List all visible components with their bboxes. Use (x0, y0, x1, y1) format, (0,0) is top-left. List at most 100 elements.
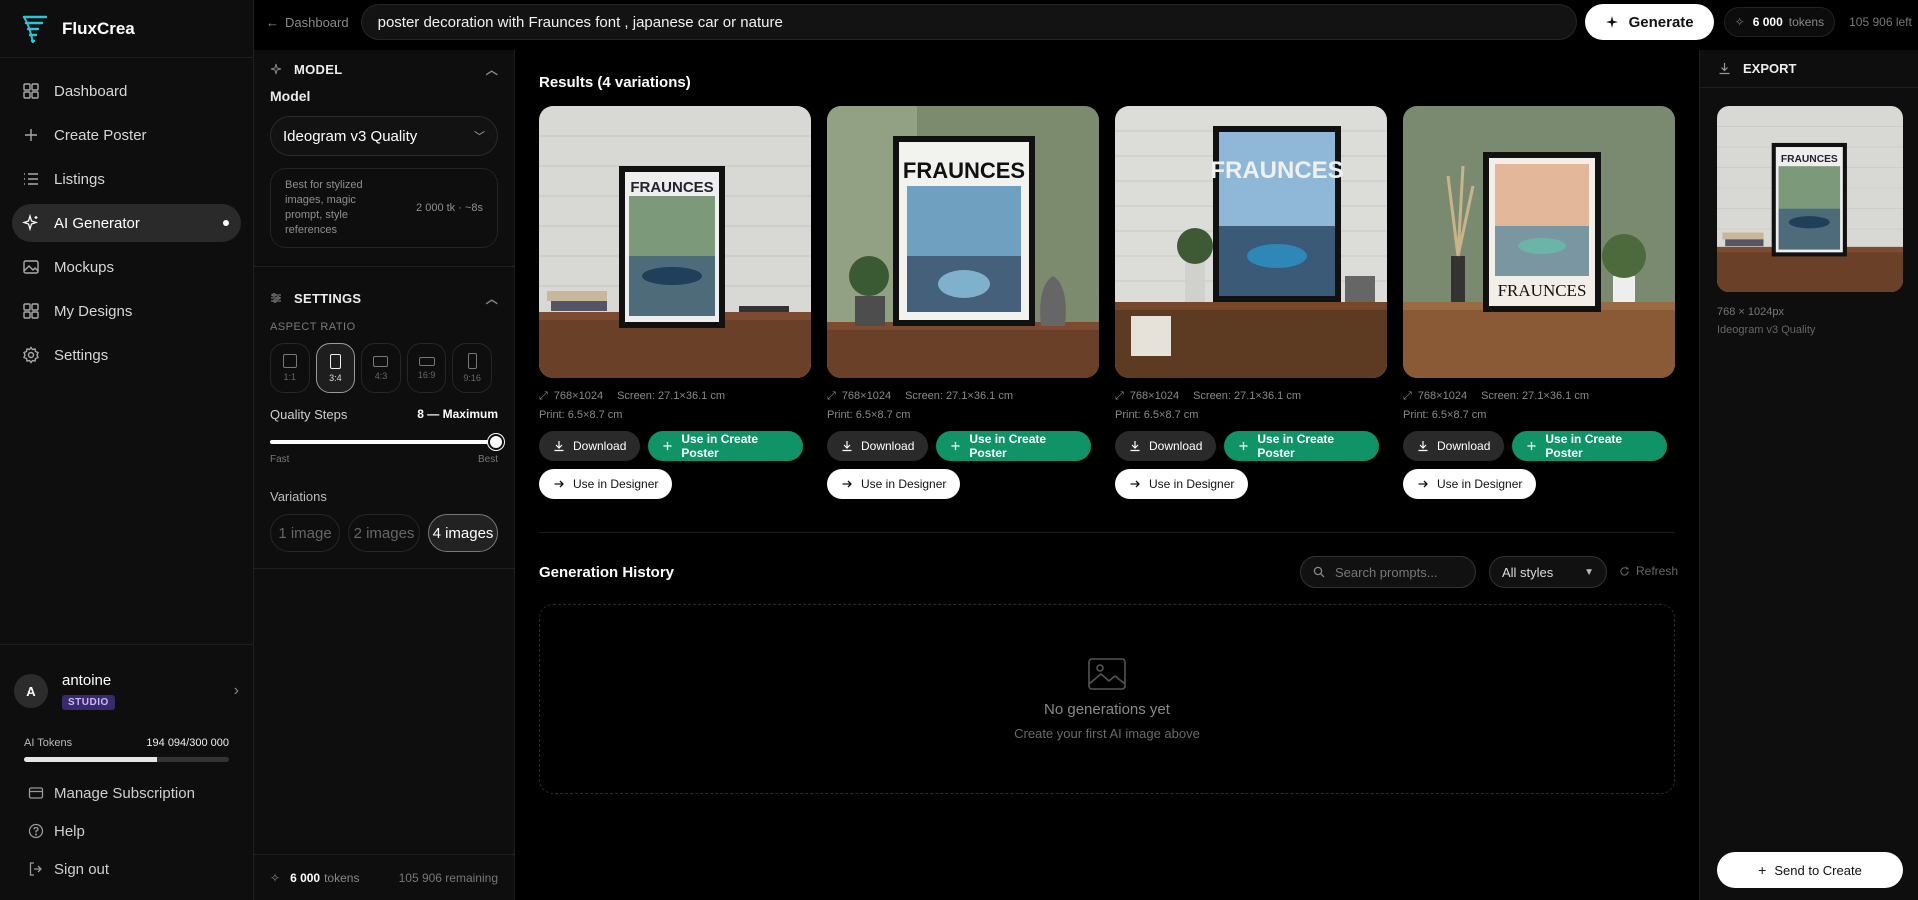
resize-icon: ⤢ (1403, 390, 1412, 402)
use-in-designer-button[interactable]: Use in Designer (1115, 469, 1249, 499)
ratio-option-16-9[interactable]: 16:9 (406, 343, 447, 393)
refresh-label: Refresh (1636, 564, 1679, 578)
sidebar-item-create-poster[interactable]: Create Poster (12, 116, 241, 154)
ratio-option-3-4[interactable]: 3:4 (315, 343, 356, 393)
result-actions: Download Use in Create Poster (1115, 431, 1387, 461)
plus-icon (951, 441, 960, 451)
ratio-option-9-16[interactable]: 9:16 (452, 343, 492, 393)
back-to-dashboard-link[interactable]: ← Dashboard (266, 15, 349, 30)
result-image[interactable]: FRAUNCES (1115, 106, 1387, 378)
download-button[interactable]: Download (827, 431, 929, 461)
model-section-title: MODEL (294, 61, 343, 77)
export-preview-image[interactable]: FRAUNCES (1717, 106, 1903, 292)
variations-label: Variations (270, 489, 327, 504)
model-description: Best for stylized images, magic prompt, … (285, 179, 363, 236)
quality-slider-handle[interactable] (488, 434, 504, 450)
ratio-label: 1:1 (283, 372, 297, 382)
help-link[interactable]: Help (0, 814, 253, 848)
create-poster-label: Use in Create Poster (1257, 432, 1335, 460)
use-in-create-poster-button[interactable]: Use in Create Poster (648, 431, 803, 461)
poster-title: FRAUNCES (903, 158, 1025, 183)
chevron-up-icon: ︿ (485, 62, 498, 77)
sidebar-nav: Dashboard Create Poster Listings AI Gene… (0, 58, 253, 374)
download-button[interactable]: Download (539, 431, 641, 461)
quality-steps-value: 8 — Maximum (417, 407, 498, 421)
result-card: FRAUNCES ⤢ 768×1024 Screen: 27.1×36.1 cm… (1403, 106, 1675, 499)
sidebar-item-mockups[interactable]: Mockups (12, 248, 241, 286)
designer-label: Use in Designer (1437, 477, 1523, 491)
refresh-button[interactable]: Refresh (1619, 564, 1678, 578)
model-description-card: Best for stylized images, magic prompt, … (270, 168, 498, 248)
resize-icon: ⤢ (539, 390, 548, 402)
ratio-shape-icon (418, 356, 435, 366)
create-poster-label: Use in Create Poster (1545, 432, 1623, 460)
style-filter-select[interactable]: All styles ▼ (1489, 556, 1607, 588)
export-title: EXPORT (1743, 61, 1797, 76)
result-print-size: Print: 6.5×8.7 cm (1403, 409, 1487, 421)
use-in-designer-button[interactable]: Use in Designer (827, 469, 961, 499)
settings-section-header[interactable]: SETTINGS ︿ (254, 279, 514, 317)
download-button[interactable]: Download (1115, 431, 1217, 461)
result-image[interactable]: FRAUNCES (539, 106, 811, 378)
sidebar: FluxCrea Dashboard Create Poster Listing… (0, 0, 254, 900)
ai-tokens-bar (24, 757, 229, 762)
sidebar-item-my-designs[interactable]: My Designs (12, 292, 241, 330)
download-icon (842, 441, 852, 452)
ai-tokens-label: AI Tokens (24, 737, 73, 749)
send-to-create-button[interactable]: + Send to Create (1717, 852, 1903, 888)
use-in-create-poster-button[interactable]: Use in Create Poster (1512, 431, 1667, 461)
history-search-input[interactable]: Search prompts... (1300, 556, 1476, 588)
variation-option-1[interactable]: 1 image (270, 514, 340, 552)
main-content: Results (4 variations) FRAUNCES ⤢ 768×10… (515, 50, 1699, 900)
brand[interactable]: FluxCrea (0, 0, 253, 58)
download-icon (1130, 441, 1140, 452)
variation-option-4[interactable]: 4 images (428, 514, 498, 552)
generate-button[interactable]: Generate (1584, 4, 1714, 40)
use-in-designer-button[interactable]: Use in Designer (1403, 469, 1537, 499)
chevron-down-icon: ﹀ (474, 131, 485, 143)
active-dot-icon (223, 220, 229, 226)
ratio-option-4-3[interactable]: 4:3 (361, 343, 401, 393)
model-section-header[interactable]: MODEL ︿ (254, 50, 514, 88)
export-panel: EXPORT FRAUNCES 768 × 1024px Ideogram v3… (1699, 50, 1918, 900)
results-title: Results (4 variations) (539, 74, 691, 91)
result-actions: Download Use in Create Poster (539, 431, 811, 461)
generate-label: Generate (1628, 13, 1694, 31)
result-image[interactable]: FRAUNCES (827, 106, 1099, 378)
sliders-icon (271, 293, 281, 303)
result-print-size: Print: 6.5×8.7 cm (539, 409, 623, 421)
plan-badge: STUDIO (62, 695, 115, 710)
result-actions: Download Use in Create Poster (1403, 431, 1675, 461)
use-in-create-poster-button[interactable]: Use in Create Poster (936, 431, 1091, 461)
download-button[interactable]: Download (1403, 431, 1505, 461)
poster-mockup-image: FRAUNCES (1717, 106, 1903, 292)
manage-subscription-link[interactable]: Manage Subscription (0, 776, 253, 810)
variation-option-2[interactable]: 2 images (348, 514, 420, 552)
ratio-option-1-1[interactable]: 1:1 (270, 343, 310, 393)
arrow-right-icon (1130, 480, 1140, 488)
sidebar-item-dashboard[interactable]: Dashboard (12, 72, 241, 110)
model-cost: 2 000 tk · ~8s (416, 201, 483, 214)
ratio-shape-icon (467, 353, 477, 369)
app-root: FluxCrea Dashboard Create Poster Listing… (0, 0, 1918, 900)
model-select[interactable]: Ideogram v3 Quality ﹀ (270, 116, 498, 156)
designer-label: Use in Designer (1149, 477, 1235, 491)
poster-title: FRAUNCES (1498, 281, 1587, 300)
plus-icon (1527, 441, 1536, 451)
plus-icon: + (1758, 862, 1767, 878)
ai-tokens-value: 194 094/300 000 (146, 737, 229, 749)
refresh-icon (1620, 566, 1629, 576)
quality-slider[interactable] (270, 434, 504, 450)
prompt-input[interactable]: poster decoration with Fraunces font , j… (360, 4, 1577, 40)
sidebar-item-ai-generator[interactable]: AI Generator (12, 204, 241, 242)
result-image[interactable]: FRAUNCES (1403, 106, 1675, 378)
user-card[interactable]: A antoine STUDIO › (0, 645, 253, 737)
tokens-pill: ✧ 6 000 tokens (1723, 7, 1836, 37)
sign-out-link[interactable]: Sign out (0, 852, 253, 886)
sidebar-item-listings[interactable]: Listings (12, 160, 241, 198)
use-in-designer-button[interactable]: Use in Designer (539, 469, 673, 499)
use-in-create-poster-button[interactable]: Use in Create Poster (1224, 431, 1379, 461)
sidebar-item-settings[interactable]: Settings (12, 336, 241, 374)
sign-out-label: Sign out (54, 860, 110, 878)
result-dimensions: 768×1024 (553, 390, 604, 402)
